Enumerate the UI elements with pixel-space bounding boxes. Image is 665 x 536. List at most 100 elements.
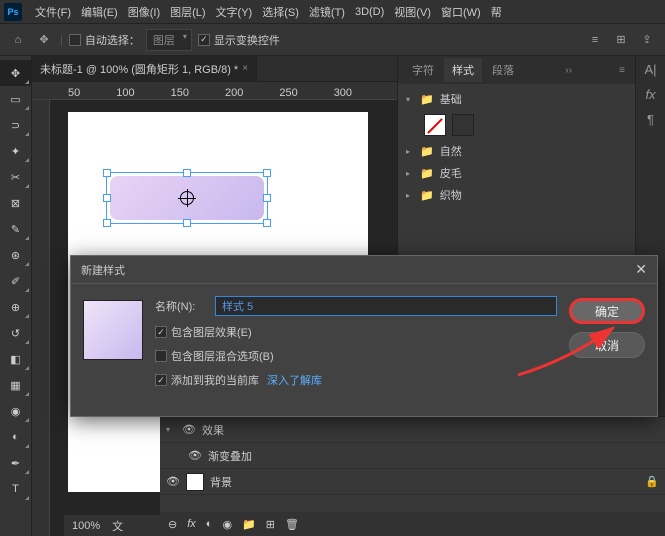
document-tabs: 未标题-1 @ 100% (圆角矩形 1, RGB/8) * ×: [32, 56, 397, 82]
transform-handle[interactable]: [263, 194, 271, 202]
dialog-title: 新建样式: [81, 262, 125, 278]
pen-tool[interactable]: ✒: [0, 450, 31, 476]
layers-panel: ▾👁效果 👁渐变叠加 👁 背景 🔒 ⊖ fx ◐ ◉ 📁 ⊞ 🗑: [160, 416, 665, 536]
style-group-fabric[interactable]: ▸📁 织物: [406, 184, 627, 206]
menu-type[interactable]: 文字(Y): [211, 4, 258, 20]
menu-image[interactable]: 图像(I): [123, 4, 165, 20]
adjustment-icon[interactable]: ◉: [222, 518, 232, 531]
transform-handle[interactable]: [183, 219, 191, 227]
mask-icon[interactable]: ◐: [206, 518, 213, 530]
marquee-tool[interactable]: ▭: [0, 86, 31, 112]
fx-icon[interactable]: fx: [187, 518, 196, 530]
style-swatch[interactable]: [452, 114, 474, 136]
ruler-vertical: [32, 100, 50, 536]
transform-handle[interactable]: [103, 219, 111, 227]
menu-file[interactable]: 文件(F): [30, 4, 76, 20]
menu-view[interactable]: 视图(V): [389, 4, 436, 20]
dodge-tool[interactable]: ◐: [0, 424, 31, 450]
link-layers-icon[interactable]: ⊖: [168, 518, 177, 531]
layer-effect-label: 渐变叠加: [208, 448, 252, 464]
layer-effects-label: 效果: [202, 422, 224, 438]
gradient-tool[interactable]: ▦: [0, 372, 31, 398]
style-group-basic[interactable]: ▾📁 基础: [406, 88, 627, 110]
show-transform-checkbox[interactable]: 显示变换控件: [198, 32, 280, 48]
stamp-tool[interactable]: ⊕: [0, 294, 31, 320]
transform-handle[interactable]: [263, 169, 271, 177]
menu-3d[interactable]: 3D(D): [350, 6, 389, 18]
document-tab-label: 未标题-1 @ 100% (圆角矩形 1, RGB/8) *: [40, 61, 238, 77]
home-icon[interactable]: ⌂: [8, 30, 28, 50]
tools-panel: ✥ ▭ ⊃ ✦ ✂ ⊠ ✎ ⊛ ✐ ⊕ ↺ ◧ ▦ ◉ ◐ ✒ T: [0, 56, 32, 536]
menubar: Ps 文件(F) 编辑(E) 图像(I) 图层(L) 文字(Y) 选择(S) 滤…: [0, 0, 665, 24]
menu-help[interactable]: 帮: [486, 4, 507, 20]
paragraph-panel-icon[interactable]: ¶: [647, 112, 654, 127]
eraser-tool[interactable]: ◧: [0, 346, 31, 372]
style-group-natural[interactable]: ▸📁 自然: [406, 140, 627, 162]
delete-icon[interactable]: 🗑: [285, 518, 299, 531]
transform-handle[interactable]: [103, 169, 111, 177]
crop-tool[interactable]: ✂: [0, 164, 31, 190]
transform-handle[interactable]: [103, 194, 111, 202]
close-tab-icon[interactable]: ×: [242, 63, 248, 74]
transform-anchor-icon[interactable]: [180, 191, 194, 205]
auto-select-label: 自动选择：: [85, 32, 140, 48]
include-blend-checkbox[interactable]: 包含图层混合选项(B): [155, 348, 557, 364]
heal-tool[interactable]: ⊛: [0, 242, 31, 268]
layer-thumb-icon: [186, 473, 204, 491]
wand-tool[interactable]: ✦: [0, 138, 31, 164]
layer-name: 背景: [210, 474, 232, 490]
layer-row-background[interactable]: 👁 背景 🔒: [160, 469, 665, 495]
cancel-button[interactable]: 取消: [569, 332, 645, 358]
history-brush-tool[interactable]: ↺: [0, 320, 31, 346]
doc-info[interactable]: 文: [112, 518, 123, 534]
menu-filter[interactable]: 滤镜(T): [304, 4, 350, 20]
text-tool[interactable]: T: [0, 476, 31, 502]
new-layer-icon[interactable]: ⊞: [266, 518, 275, 531]
transform-bounds[interactable]: [106, 172, 268, 224]
ps-logo-icon: Ps: [4, 3, 22, 21]
fx-panel-icon[interactable]: fx: [645, 87, 655, 102]
auto-select-dropdown[interactable]: 图层: [146, 29, 192, 51]
style-name-input[interactable]: [215, 296, 557, 316]
include-effects-checkbox[interactable]: 包含图层效果(E): [155, 324, 557, 340]
blur-tool[interactable]: ◉: [0, 398, 31, 424]
auto-select-checkbox[interactable]: 自动选择：: [69, 32, 140, 48]
menu-select[interactable]: 选择(S): [257, 4, 304, 20]
style-group-fur[interactable]: ▸📁 皮毛: [406, 162, 627, 184]
menu-edit[interactable]: 编辑(E): [76, 4, 123, 20]
zoom-level[interactable]: 100%: [72, 520, 100, 532]
share-icon[interactable]: ⇪: [637, 30, 657, 50]
tab-character[interactable]: 字符: [404, 58, 442, 82]
name-label: 名称(N):: [155, 298, 207, 314]
style-swatch-none[interactable]: [424, 114, 446, 136]
document-tab[interactable]: 未标题-1 @ 100% (圆角矩形 1, RGB/8) * ×: [32, 56, 257, 81]
menu-layer[interactable]: 图层(L): [165, 4, 210, 20]
brush-tool[interactable]: ✐: [0, 268, 31, 294]
new-style-dialog: 新建样式 ✕ 名称(N): 包含图层效果(E) 包含图层混合选项(B) 添加到我…: [70, 255, 658, 417]
eyedropper-tool[interactable]: ✎: [0, 216, 31, 242]
move-tool-icon: ✥: [34, 30, 54, 50]
ok-button[interactable]: 确定: [569, 298, 645, 324]
close-icon[interactable]: ✕: [635, 261, 647, 278]
learn-more-link[interactable]: 深入了解库: [267, 372, 322, 388]
panel-collapse-icon[interactable]: ››: [561, 65, 576, 76]
lock-icon: 🔒: [645, 475, 659, 488]
add-to-library-checkbox[interactable]: 添加到我的当前库: [155, 372, 259, 388]
frame-tool[interactable]: ⊠: [0, 190, 31, 216]
move-tool[interactable]: ✥: [0, 60, 31, 86]
layer-row[interactable]: 👁渐变叠加: [160, 443, 665, 469]
tab-paragraph[interactable]: 段落: [484, 58, 522, 82]
transform-handle[interactable]: [183, 169, 191, 177]
group-icon[interactable]: 📁: [242, 518, 256, 531]
options-bar: ⌂ ✥ | 自动选择： 图层 显示变换控件 ≡ ⊞ ⇪: [0, 24, 665, 56]
lasso-tool[interactable]: ⊃: [0, 112, 31, 138]
align-icon[interactable]: ≡: [585, 30, 605, 50]
transform-handle[interactable]: [263, 219, 271, 227]
layer-row[interactable]: ▾👁效果: [160, 417, 665, 443]
distribute-icon[interactable]: ⊞: [611, 30, 631, 50]
tab-styles[interactable]: 样式: [444, 58, 482, 82]
layers-footer: ⊖ fx ◐ ◉ 📁 ⊞ 🗑: [160, 512, 665, 536]
panel-menu-icon[interactable]: ≡: [615, 65, 629, 76]
text-panel-icon[interactable]: A|: [644, 62, 656, 77]
menu-window[interactable]: 窗口(W): [436, 4, 486, 20]
